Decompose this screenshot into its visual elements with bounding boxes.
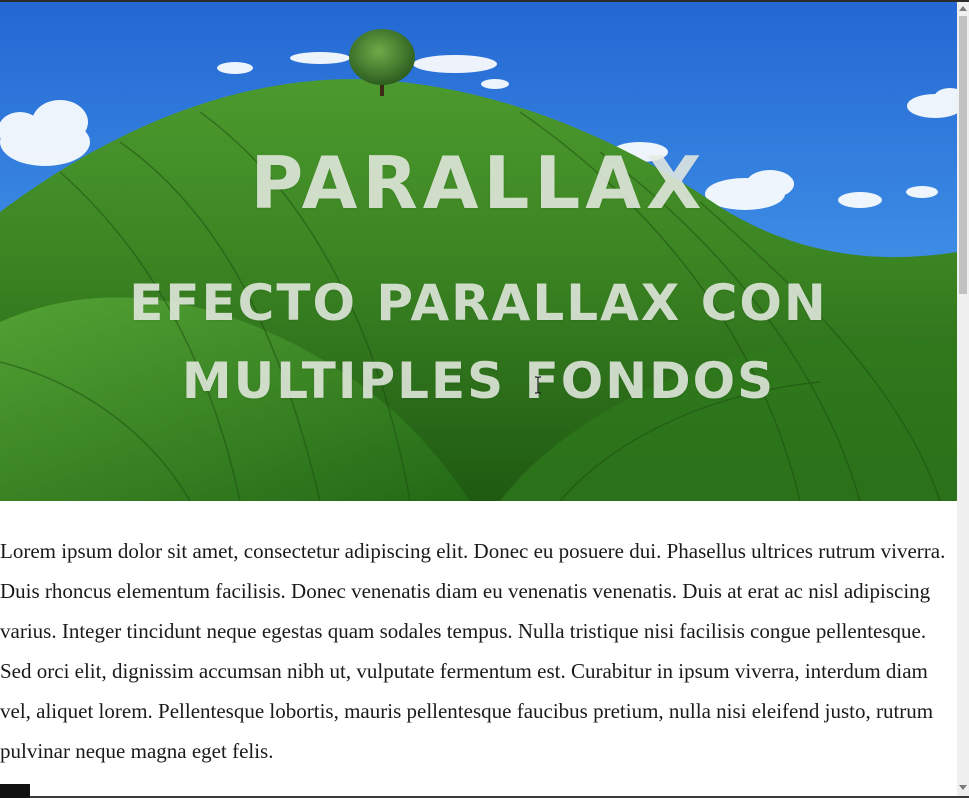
lorem-paragraph: Lorem ipsum dolor sit amet, consectetur … [0, 539, 946, 763]
hero-subtitle: EFECTO PARALLAX CON MULTIPLES FONDOS [129, 274, 828, 410]
page-viewport[interactable]: PARALLAX EFECTO PARALLAX CON MULTIPLES F… [0, 2, 957, 796]
arrow-up-icon[interactable] [959, 6, 967, 11]
scrollbar-thumb[interactable] [959, 16, 967, 294]
arrow-down-icon[interactable] [959, 785, 967, 790]
parallax-hero: PARALLAX EFECTO PARALLAX CON MULTIPLES F… [0, 2, 957, 501]
hero-title: PARALLAX [250, 141, 707, 225]
vertical-scrollbar[interactable] [957, 2, 969, 796]
hero-background-image [0, 2, 957, 501]
text-cursor-icon [535, 376, 541, 394]
corner-tab [0, 784, 30, 798]
